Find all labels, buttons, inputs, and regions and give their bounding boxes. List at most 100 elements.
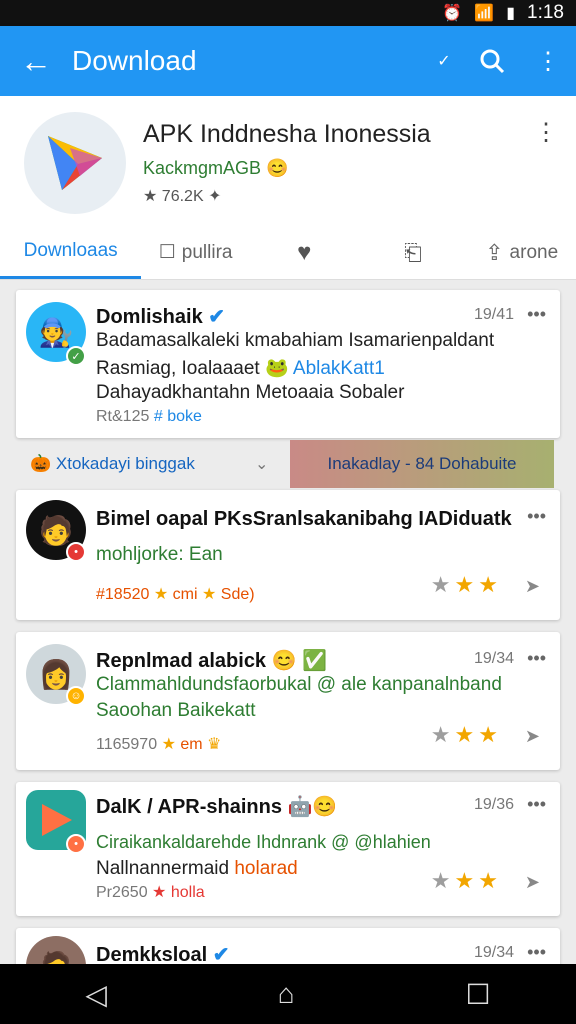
item-highlight: holarad (234, 858, 298, 879)
status-time: 1:18 (527, 2, 564, 23)
tab-bookmark[interactable]: ⎗ (359, 226, 468, 279)
item-name: DalK / APR-shainns (96, 796, 282, 818)
item-text-part: Rasmiag, Ioalaaaet (96, 358, 260, 379)
item-text-3: Dahayadkhantahn Metoaaia Sobaler (96, 382, 405, 403)
item-meta: 1165970 ★ em ♛ (96, 734, 221, 754)
item-more-icon[interactable]: ••• (527, 794, 546, 815)
check-icon[interactable]: ✓ (424, 26, 464, 96)
item-text: Ciraikankaldarehde Ihdnrank @ @hlahien (96, 832, 431, 852)
item-text-2: Nallnannermaid holarad (96, 858, 298, 880)
list-item[interactable]: 🧑‍🔧 ✓ Domlishaik ✔ 19/41 ••• Badamasalka… (16, 290, 560, 438)
nav-recents-icon[interactable]: ☐ (465, 978, 490, 1011)
meta-count: 1165970 (96, 736, 158, 753)
nav-back-icon[interactable]: ◁ (85, 978, 107, 1011)
app-developer[interactable]: KackmgmAGB 😊 (143, 158, 288, 179)
list-item[interactable]: 👩 ☺ Repnlmad alabick 😊 ✅ 19/34 ••• Clamm… (16, 632, 560, 770)
back-arrow-icon[interactable]: ← (0, 26, 72, 96)
nav-home-icon[interactable]: ⌂ (278, 978, 295, 1010)
item-text: Clammahldundsfaorbukal @ ale kanpanalnba… (96, 674, 502, 695)
tab-pullira[interactable]: ☐ pullira (141, 226, 250, 279)
checkbox-icon: ☐ (158, 242, 176, 263)
rating-stars[interactable]: ★★★ (431, 868, 502, 894)
item-time: 19/34 (473, 650, 514, 667)
chevron-down-icon[interactable]: ⌄ (255, 454, 268, 474)
header-more-icon[interactable]: ⋮ (534, 118, 558, 147)
emoji-icon: 😊 (271, 650, 297, 672)
meta-count: Rt&125 (96, 408, 150, 425)
star-icon: ★ (430, 572, 455, 597)
item-name: Domlishaik (96, 306, 203, 328)
heart-icon: ♥ (297, 238, 312, 266)
filter-dropdown[interactable]: 🎃 Xtokadayi binggak (30, 454, 195, 474)
emoji-icon: 🎃 (30, 454, 52, 473)
item-title: Repnlmad alabick 😊 ✅ (96, 648, 327, 673)
list-item[interactable]: 🧑 • Bimel oapal PKsSranlsakanibahg IADid… (16, 490, 560, 620)
tab-share[interactable]: ⇪ arone (467, 226, 576, 279)
tab-label: pullira (181, 241, 233, 263)
tab-favorite[interactable]: ♥ (250, 226, 359, 279)
item-text: mohljorke: Ean (96, 544, 223, 565)
item-meta: Pr2650 ★ holla (96, 882, 205, 902)
overflow-menu-icon[interactable]: ⋮ (520, 26, 576, 96)
meta-tag: holla (170, 884, 205, 901)
item-text: Badamasalkaleki kmabahiam Isamarienpalda… (96, 330, 495, 351)
item-meta: #18520 ★ cmi ★ Sde) (96, 584, 255, 604)
item-text-2: Rasmiag, Ioalaaaet 🐸 AblakKatt1 (96, 356, 385, 380)
item-more-icon[interactable]: ••• (527, 506, 546, 527)
filter-banner[interactable]: Inakadlay - 84 Dohabuite (290, 440, 554, 488)
item-text-2: Saoohan Baikekatt (96, 700, 256, 721)
emoji-icon: 🤖😊 (287, 796, 338, 818)
banner-label: Inakadlay - 84 Dohabuite (327, 454, 517, 473)
star-outline-icon: ✦ (208, 188, 222, 205)
star-icon: ★ (430, 722, 455, 747)
item-more-icon[interactable]: ••• (527, 648, 546, 669)
star-icon: ★ (478, 868, 502, 893)
item-link[interactable]: AblakKatt1 (293, 358, 385, 379)
item-text-part: Nallnannermaid (96, 858, 230, 879)
item-title: DalK / APR-shainns 🤖😊 (96, 794, 337, 819)
item-time: 19/36 (473, 796, 514, 813)
item-more-icon[interactable]: ••• (527, 942, 546, 963)
meta-tag[interactable]: boke (167, 408, 202, 425)
battery-icon: ▮ (506, 5, 516, 22)
app-header: APK Inddnesha Inonessia KackmgmAGB 😊 ★ 7… (0, 96, 576, 280)
item-name: Demkksloal (96, 944, 208, 966)
filter-row: 🎃 Xtokadayi binggak ⌄ Inakadlay - 84 Doh… (0, 440, 576, 488)
page-title: Download (72, 45, 197, 76)
list-item[interactable]: • DalK / APR-shainns 🤖😊 19/36 ••• Ciraik… (16, 782, 560, 916)
share-icon: ⇪ (485, 239, 504, 265)
rating-stars[interactable]: ★★★ (431, 572, 502, 598)
app-title: APK Inddnesha Inonessia (143, 120, 431, 148)
app-logo (24, 112, 126, 214)
item-more-icon[interactable]: ••• (527, 304, 546, 325)
tab-downloads[interactable]: Downloaas (0, 226, 142, 279)
item-time: 19/41 (473, 306, 514, 323)
verified-icon: ✔ (208, 306, 226, 328)
meta-count: Pr2650 (96, 884, 148, 901)
send-icon[interactable]: ➤ (525, 726, 540, 747)
meta-tag-2: Sde) (220, 586, 255, 603)
star-icon: ★ (152, 884, 167, 901)
star-icon: ★ (454, 722, 479, 747)
item-time: 19/34 (473, 944, 514, 961)
search-icon[interactable] (464, 26, 520, 96)
tag-icon: # (153, 408, 163, 425)
item-name: Repnlmad alabick (96, 650, 267, 672)
send-icon[interactable]: ➤ (525, 872, 540, 893)
meta-tag: em (180, 736, 203, 753)
status-bar: ⏰ 📶 ▮ 1:18 (0, 0, 576, 26)
star-icon: ★ (143, 188, 158, 205)
tab-bar: Downloaas ☐ pullira ♥ ⎗ ⇪ arone (0, 226, 576, 280)
status-badge-icon: • (66, 542, 86, 562)
send-icon[interactable]: ➤ (525, 576, 540, 597)
star-icon: ★ (153, 586, 169, 603)
emoji-icon: 🐸 (265, 358, 289, 379)
wifi-icon: 📶 (474, 5, 495, 22)
alarm-icon: ⏰ (442, 5, 463, 22)
filter-label: Xtokadayi binggak (55, 454, 195, 473)
rating-stars[interactable]: ★★★ (431, 722, 502, 748)
star-icon: ★ (430, 868, 455, 893)
item-title: Domlishaik ✔ (96, 304, 225, 329)
app-bar: ← Download ✓ ⋮ (0, 26, 576, 96)
verified-icon: ✔ (212, 944, 230, 966)
